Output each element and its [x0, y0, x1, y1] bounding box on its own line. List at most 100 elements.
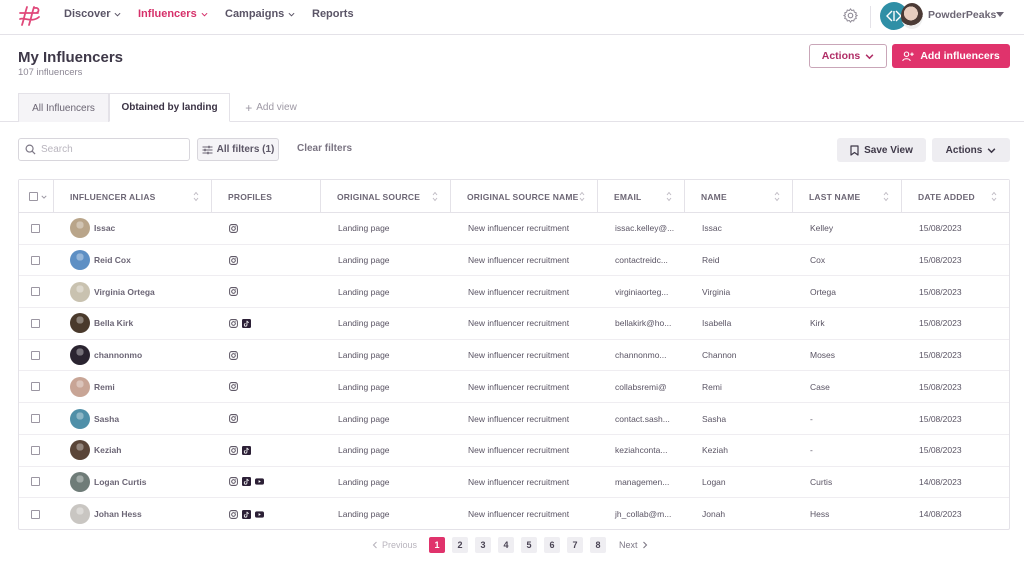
- actions-button[interactable]: Actions: [809, 44, 887, 68]
- column-header[interactable]: DATE ADDED: [901, 180, 1009, 213]
- page-button[interactable]: 4: [498, 537, 515, 553]
- influencer-alias[interactable]: Remi: [94, 382, 115, 392]
- table-row[interactable]: Virginia Ortega Landing page New influence…: [19, 276, 1009, 309]
- add-influencers-button[interactable]: Add influencers: [892, 44, 1010, 68]
- tiktok-icon[interactable]: [242, 445, 251, 455]
- search-input[interactable]: [41, 144, 181, 155]
- page-button[interactable]: 8: [590, 537, 607, 553]
- tiktok-icon[interactable]: [242, 509, 251, 519]
- influencer-alias[interactable]: channonmo: [94, 350, 142, 360]
- save-view-button[interactable]: Save View: [837, 138, 926, 162]
- alias-cell[interactable]: Sasha: [70, 403, 119, 434]
- row-checkbox[interactable]: [31, 445, 40, 455]
- table-row[interactable]: Keziah Landing page New influencer recruit…: [19, 435, 1009, 467]
- select-all-header[interactable]: [19, 180, 53, 213]
- alias-cell[interactable]: Johan Hess: [70, 498, 142, 530]
- next-page-button[interactable]: Next: [619, 540, 648, 550]
- row-checkbox[interactable]: [31, 350, 40, 360]
- instagram-icon[interactable]: [229, 445, 238, 455]
- instagram-icon[interactable]: [229, 414, 238, 423]
- sort-icon[interactable]: [774, 191, 780, 202]
- page-button[interactable]: 1: [429, 537, 446, 553]
- sort-icon[interactable]: [579, 191, 585, 202]
- caret-down-icon[interactable]: [996, 12, 1004, 17]
- table-row[interactable]: Issac Landing page New influencer recruitm…: [19, 213, 1009, 245]
- alias-cell[interactable]: Issac: [70, 213, 115, 244]
- user-name[interactable]: PowderPeaks: [928, 9, 996, 21]
- table-row[interactable]: Logan Curtis Landing page New influencer r…: [19, 467, 1009, 499]
- row-checkbox[interactable]: [31, 223, 40, 233]
- hashtag-logo-icon[interactable]: [18, 4, 42, 28]
- instagram-icon[interactable]: [229, 382, 238, 392]
- select-all-checkbox[interactable]: [29, 192, 38, 201]
- column-header[interactable]: ORIGINAL SOURCE: [320, 180, 450, 213]
- alias-cell[interactable]: Logan Curtis: [70, 467, 146, 498]
- table-row[interactable]: Reid Cox Landing page New influencer recru…: [19, 245, 1009, 277]
- tab-all-influencers[interactable]: All Influencers: [18, 93, 109, 122]
- clear-filters-link[interactable]: Clear filters: [297, 143, 352, 154]
- column-header[interactable]: PROFILES: [211, 180, 320, 213]
- influencer-alias[interactable]: Johan Hess: [94, 509, 142, 519]
- row-checkbox[interactable]: [31, 509, 40, 519]
- row-checkbox[interactable]: [31, 477, 40, 487]
- table-row[interactable]: Remi Landing page New influencer recruitme…: [19, 372, 1009, 404]
- row-checkbox[interactable]: [31, 255, 40, 265]
- instagram-icon[interactable]: [229, 319, 238, 328]
- column-header[interactable]: NAME: [684, 180, 792, 213]
- influencer-alias[interactable]: Reid Cox: [94, 255, 131, 265]
- sort-icon[interactable]: [883, 191, 889, 202]
- table-row[interactable]: Sasha Landing page New influencer recruitm…: [19, 403, 1009, 435]
- chevron-down-icon[interactable]: [41, 194, 47, 200]
- page-button[interactable]: 2: [452, 537, 469, 553]
- gear-icon[interactable]: [842, 7, 859, 24]
- user-avatar[interactable]: [901, 3, 923, 29]
- influencer-alias[interactable]: Bella Kirk: [94, 318, 133, 328]
- instagram-icon[interactable]: [229, 509, 238, 519]
- table-actions-button[interactable]: Actions: [932, 138, 1010, 162]
- instagram-icon[interactable]: [229, 224, 238, 233]
- add-view-button[interactable]: + Add view: [236, 93, 306, 122]
- instagram-icon[interactable]: [229, 255, 238, 265]
- instagram-icon[interactable]: [229, 477, 238, 487]
- all-filters-button[interactable]: All filters (1): [197, 138, 279, 161]
- influencer-alias[interactable]: Virginia Ortega: [94, 287, 155, 297]
- tab-obtained-by-landing[interactable]: Obtained by landing: [109, 93, 230, 122]
- alias-cell[interactable]: Bella Kirk: [70, 308, 133, 339]
- page-button[interactable]: 3: [475, 537, 492, 553]
- alias-cell[interactable]: Keziah: [70, 435, 121, 466]
- influencer-alias[interactable]: Logan Curtis: [94, 477, 146, 487]
- table-row[interactable]: Johan Hess Landing page New influencer rec…: [19, 498, 1009, 530]
- nav-influencers[interactable]: Influencers: [138, 8, 208, 20]
- previous-page-button[interactable]: Previous: [372, 540, 417, 550]
- column-header[interactable]: LAST NAME: [792, 180, 901, 213]
- influencer-alias[interactable]: Sasha: [94, 414, 119, 424]
- column-header[interactable]: INFLUENCER ALIAS: [53, 180, 211, 213]
- row-checkbox[interactable]: [31, 414, 40, 424]
- search-box[interactable]: [18, 138, 190, 161]
- tiktok-icon[interactable]: [242, 477, 251, 487]
- sort-icon[interactable]: [666, 191, 672, 202]
- sort-icon[interactable]: [991, 191, 997, 202]
- influencer-alias[interactable]: Keziah: [94, 445, 121, 455]
- alias-cell[interactable]: Remi: [70, 372, 115, 403]
- instagram-icon[interactable]: [229, 287, 238, 297]
- instagram-icon[interactable]: [229, 350, 238, 360]
- row-checkbox[interactable]: [31, 287, 40, 297]
- column-header[interactable]: ORIGINAL SOURCE NAME: [450, 180, 597, 213]
- nav-discover[interactable]: Discover: [64, 8, 121, 20]
- tiktok-icon[interactable]: [242, 318, 251, 328]
- youtube-icon[interactable]: [255, 510, 264, 519]
- nav-reports[interactable]: Reports: [312, 8, 354, 20]
- sort-icon[interactable]: [193, 191, 199, 202]
- nav-campaigns[interactable]: Campaigns: [225, 8, 295, 20]
- page-button[interactable]: 7: [567, 537, 584, 553]
- alias-cell[interactable]: Virginia Ortega: [70, 276, 155, 307]
- alias-cell[interactable]: Reid Cox: [70, 245, 131, 276]
- row-checkbox[interactable]: [31, 318, 40, 328]
- youtube-icon[interactable]: [255, 477, 264, 486]
- table-row[interactable]: Bella Kirk Landing page New influencer rec…: [19, 308, 1009, 340]
- column-header[interactable]: EMAIL: [597, 180, 684, 213]
- row-checkbox[interactable]: [31, 382, 40, 392]
- page-button[interactable]: 6: [544, 537, 561, 553]
- table-row[interactable]: channonmo Landing page New influencer recr…: [19, 340, 1009, 372]
